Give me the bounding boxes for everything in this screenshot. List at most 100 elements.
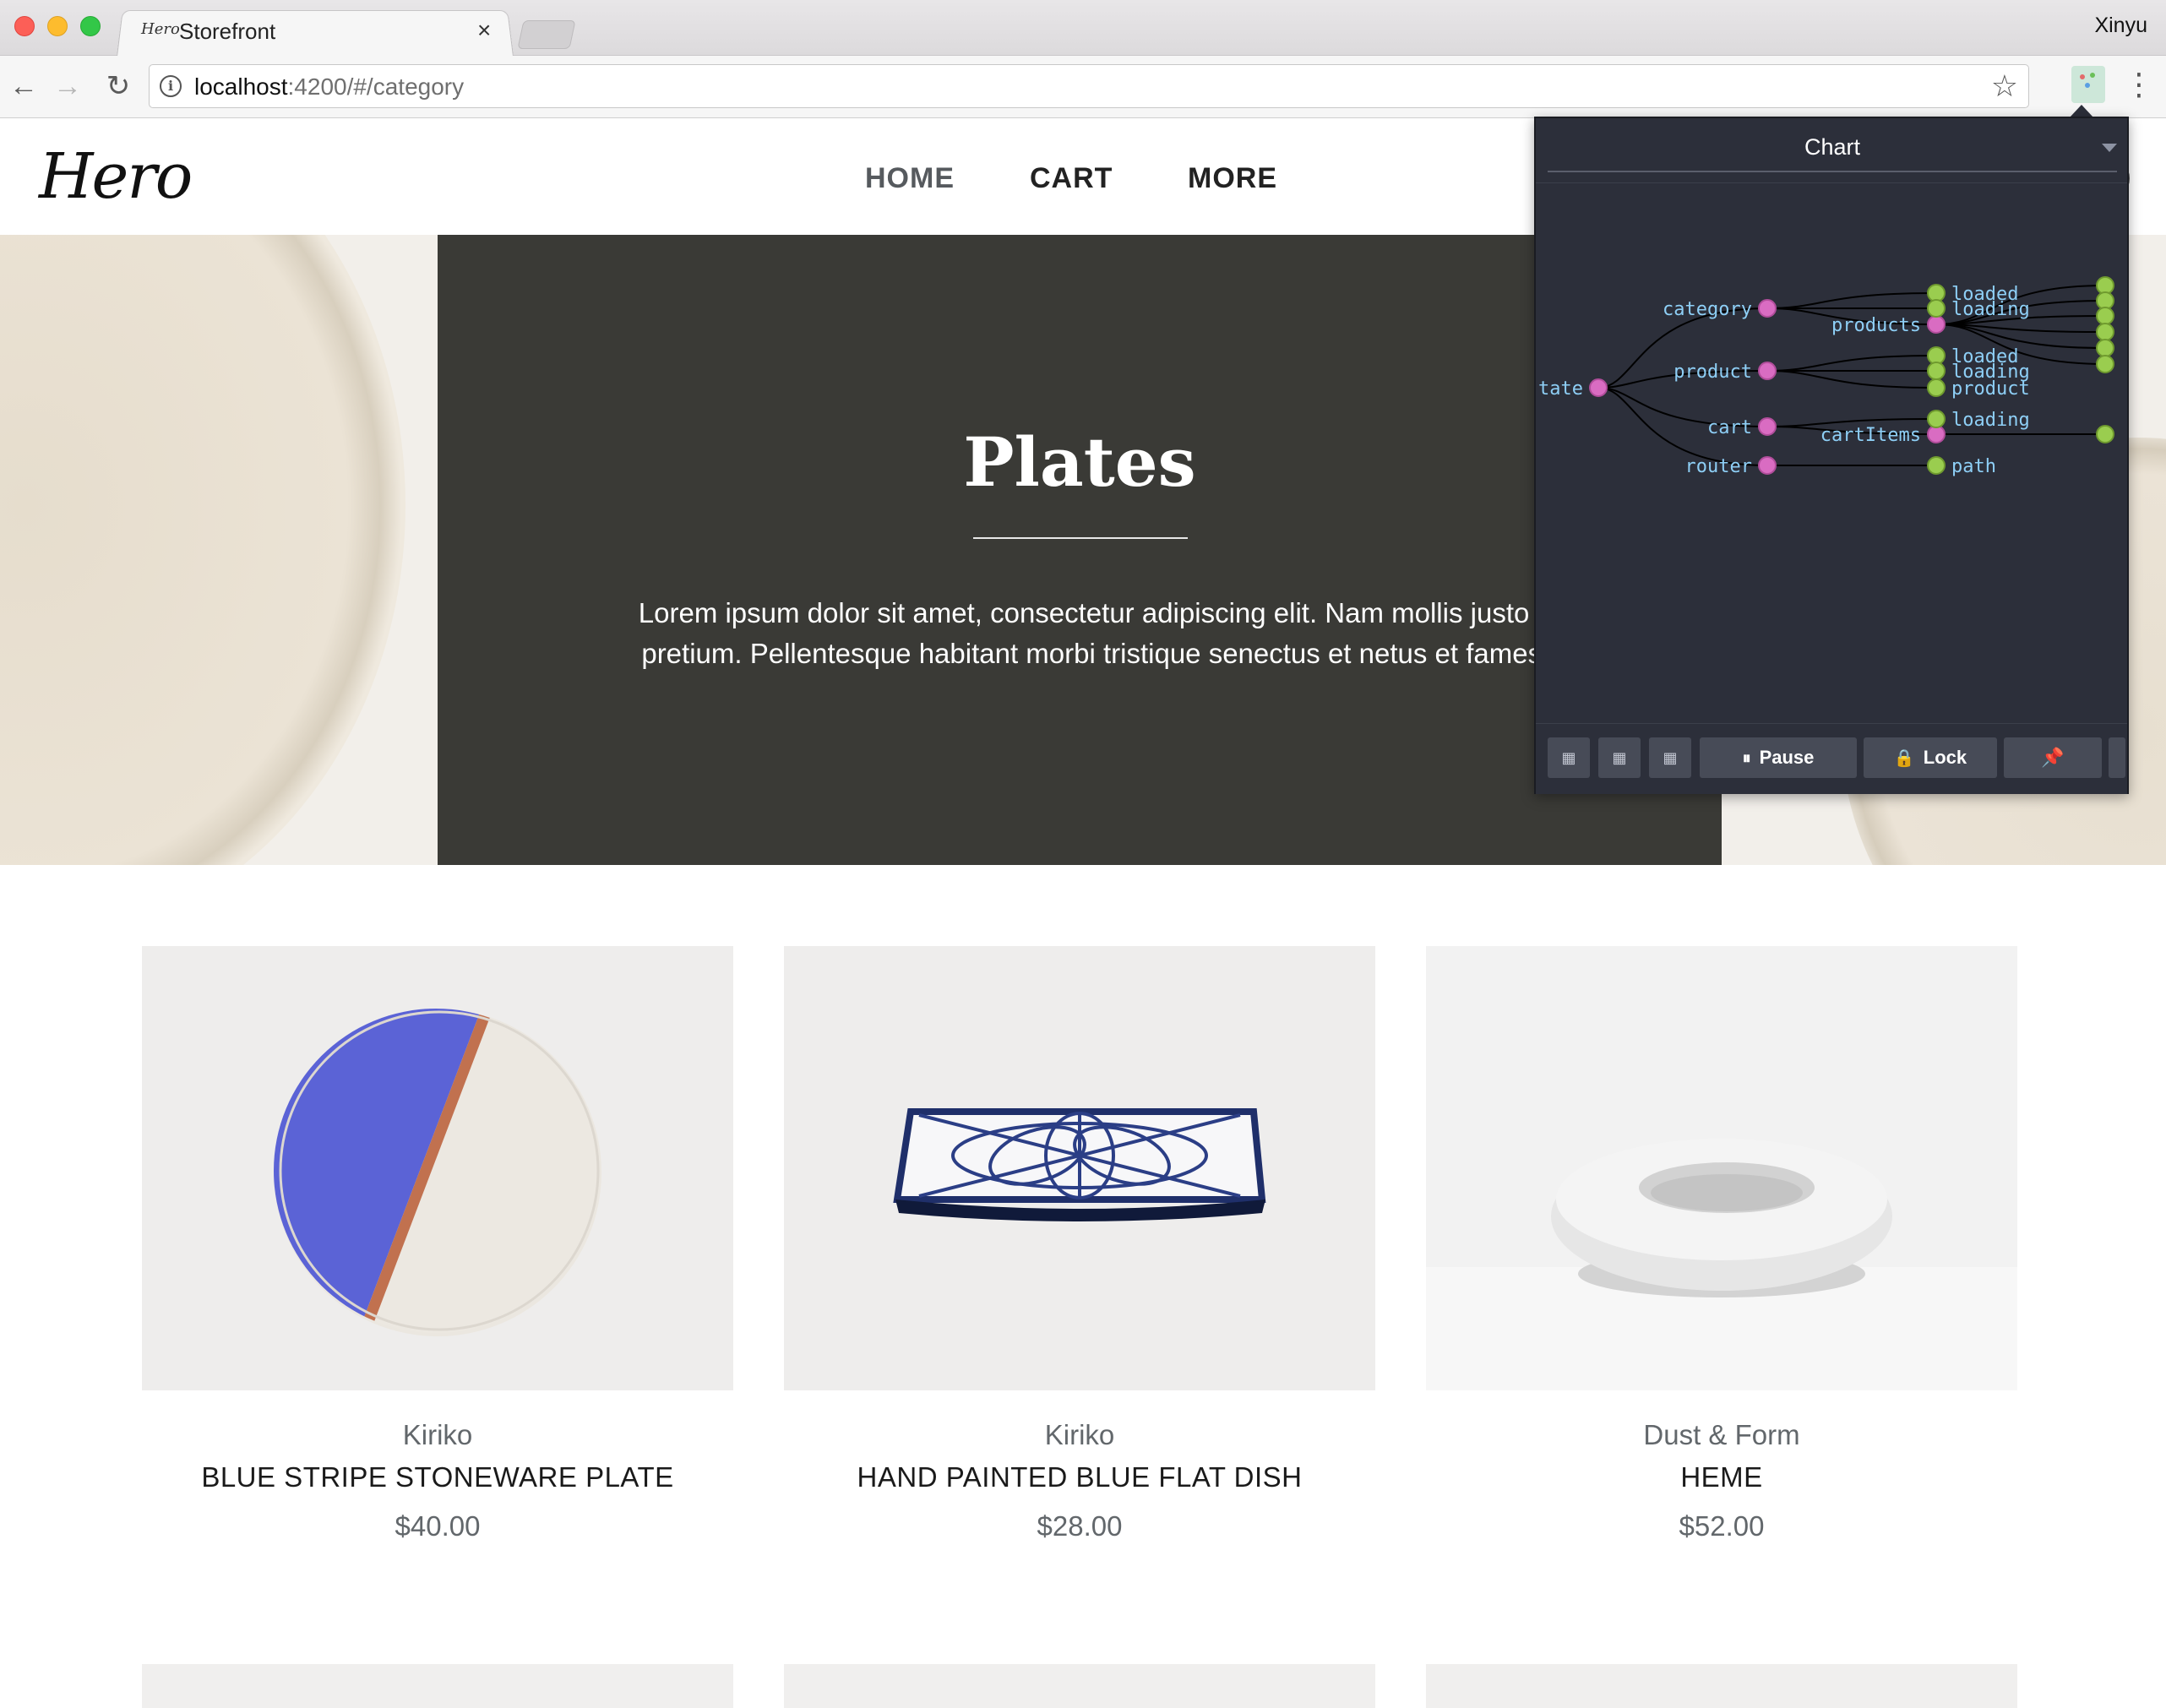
tab-close-icon[interactable]: ×	[477, 17, 491, 44]
url-path: :4200/#/category	[287, 73, 465, 100]
tab-title: Storefront	[179, 19, 276, 44]
devtools-toolbar: ▦ ▦ ▦ ⏸ Pause 🔒 Lock 📌	[1536, 723, 2127, 794]
tree-link	[1766, 355, 1937, 372]
favicon-icon: Hero	[141, 20, 180, 38]
product-brand: Kiriko	[402, 1419, 473, 1450]
extension-dot	[2085, 83, 2090, 88]
star-icon[interactable]: ☆	[1991, 68, 2018, 104]
tree-link	[1766, 370, 1937, 389]
description-line: pretium. Pellentesque habitant morbi tri…	[641, 638, 1603, 669]
tree-leaf-node[interactable]	[1927, 299, 1946, 318]
tree-node-category[interactable]	[1758, 299, 1777, 318]
tree-label-cart: cart	[1707, 417, 1752, 438]
url-text[interactable]: localhost:4200/#/category	[194, 73, 464, 101]
product-brand: Dust & Form	[1643, 1419, 1800, 1450]
product-image[interactable]	[1426, 946, 2017, 1390]
title-divider	[973, 537, 1188, 539]
tree-leaf-node[interactable]	[1927, 456, 1946, 475]
pause-icon: ⏸	[1742, 749, 1751, 768]
product-image[interactable]	[142, 946, 733, 1390]
pause-button[interactable]: ⏸ Pause	[1700, 737, 1857, 778]
tree-link	[1766, 292, 1937, 309]
close-window-button[interactable]	[14, 16, 35, 36]
tree-label-cart-loading: loading	[1951, 410, 2030, 431]
product-name[interactable]: HEME	[1426, 1461, 2017, 1493]
nav-home-link[interactable]: HOME	[865, 162, 955, 195]
tree-label-router-path: path	[1951, 456, 1996, 477]
lock-button[interactable]: 🔒 Lock	[1864, 737, 1997, 778]
lock-label: Lock	[1923, 747, 1967, 768]
extension-icon[interactable]	[2071, 66, 2105, 103]
nav-cart-link[interactable]: CART	[1030, 162, 1113, 195]
flat-dish-illustration	[893, 1108, 1266, 1221]
tree-label-root: tate	[1538, 378, 1583, 400]
tree-leaf-node[interactable]	[2096, 323, 2114, 341]
state-devtools-panel: Chart tate category product cart router …	[1534, 117, 2129, 794]
tree-label-product-product: product	[1951, 378, 2030, 400]
devtools-popup-arrow	[2070, 105, 2093, 117]
tree-node-root[interactable]	[1589, 378, 1608, 397]
tree-leaf-node[interactable]	[1927, 362, 1946, 380]
lock-icon: 🔒	[1893, 749, 1915, 768]
tree-leaf-node[interactable]	[2096, 307, 2114, 325]
address-bar[interactable]: i localhost:4200/#/category ☆	[149, 64, 2029, 108]
blue-stripe-plate-illustration	[274, 1009, 601, 1336]
pause-label: Pause	[1759, 747, 1815, 768]
profile-name[interactable]: Xinyu	[2094, 14, 2147, 38]
product-image[interactable]	[784, 946, 1375, 1390]
tree-leaf-node[interactable]	[2096, 425, 2114, 443]
dock-bottom-icon[interactable]: ▦	[1649, 737, 1691, 778]
browser-tab-strip: Hero Storefront × Xinyu	[0, 0, 2166, 57]
toolbar-overflow-button[interactable]	[2109, 737, 2125, 778]
product-price: $52.00	[1679, 1510, 1765, 1542]
more-vertical-icon[interactable]: ⋮	[2124, 66, 2154, 106]
product-price: $40.00	[395, 1510, 481, 1542]
tree-node-products[interactable]	[1927, 315, 1946, 334]
product-card-next-row[interactable]	[784, 1664, 1375, 1708]
tree-leaf-node[interactable]	[1927, 378, 1946, 397]
tree-label-category: category	[1663, 299, 1752, 320]
forward-arrow-icon[interactable]: →	[49, 68, 86, 105]
product-name[interactable]: BLUE STRIPE STONEWARE PLATE	[142, 1461, 733, 1493]
tree-node-cart[interactable]	[1758, 417, 1777, 436]
new-tab-button[interactable]	[517, 20, 576, 49]
product-card-next-row[interactable]	[142, 1664, 733, 1708]
state-tree-svg: tate category product cart router produc…	[1538, 276, 2114, 477]
category-title: Plates	[963, 422, 1196, 502]
product-card-next-row[interactable]	[1426, 1664, 2017, 1708]
dock-right-icon[interactable]: ▦	[1598, 737, 1641, 778]
url-host: localhost	[194, 73, 288, 100]
site-logo[interactable]: Hero	[39, 140, 193, 213]
maximize-window-button[interactable]	[80, 16, 101, 36]
extension-dot	[2090, 73, 2095, 78]
state-tree-chart[interactable]: tate category product cart router produc…	[1536, 182, 2127, 723]
dock-left-icon[interactable]: ▦	[1548, 737, 1590, 778]
hero-panel: Plates Lorem ipsum dolor sit amet, conse…	[438, 235, 1722, 865]
description-line: Lorem ipsum dolor sit amet, consectetur …	[638, 597, 1606, 628]
chevron-down-icon	[2102, 144, 2117, 152]
view-select-value: Chart	[1804, 134, 1861, 160]
tree-leaf-node[interactable]	[1927, 410, 1946, 428]
product-price: $28.00	[1037, 1510, 1123, 1542]
browser-tab-content[interactable]: Hero Storefront ×	[139, 12, 503, 54]
tree-label-cart-items: cartItems	[1820, 425, 1921, 446]
product-name[interactable]: HAND PAINTED BLUE FLAT DISH	[784, 1461, 1375, 1493]
tree-label-product: product	[1673, 362, 1752, 383]
pin-icon[interactable]: 📌	[2004, 737, 2102, 778]
browser-toolbar: ← → ↻ i localhost:4200/#/category ☆ ⋮	[0, 56, 2166, 118]
back-arrow-icon[interactable]: ←	[5, 68, 42, 105]
tree-label-category-loading: loading	[1951, 299, 2030, 320]
tree-node-router[interactable]	[1758, 456, 1777, 475]
tree-node-product[interactable]	[1758, 362, 1777, 380]
reload-icon[interactable]: ↻	[100, 68, 137, 105]
tree-leaf-node[interactable]	[2096, 339, 2114, 357]
view-select[interactable]: Chart	[1548, 130, 2117, 172]
heme-bowl-illustration	[1426, 1139, 2017, 1390]
hero-plate-image-left	[0, 235, 405, 865]
info-icon[interactable]: i	[160, 75, 182, 97]
nav-more-link[interactable]: MORE	[1188, 162, 1277, 195]
minimize-window-button[interactable]	[47, 16, 68, 36]
tree-label-products: products	[1831, 315, 1921, 336]
tree-label-router: router	[1685, 456, 1752, 477]
tree-leaf-node[interactable]	[2096, 355, 2114, 373]
